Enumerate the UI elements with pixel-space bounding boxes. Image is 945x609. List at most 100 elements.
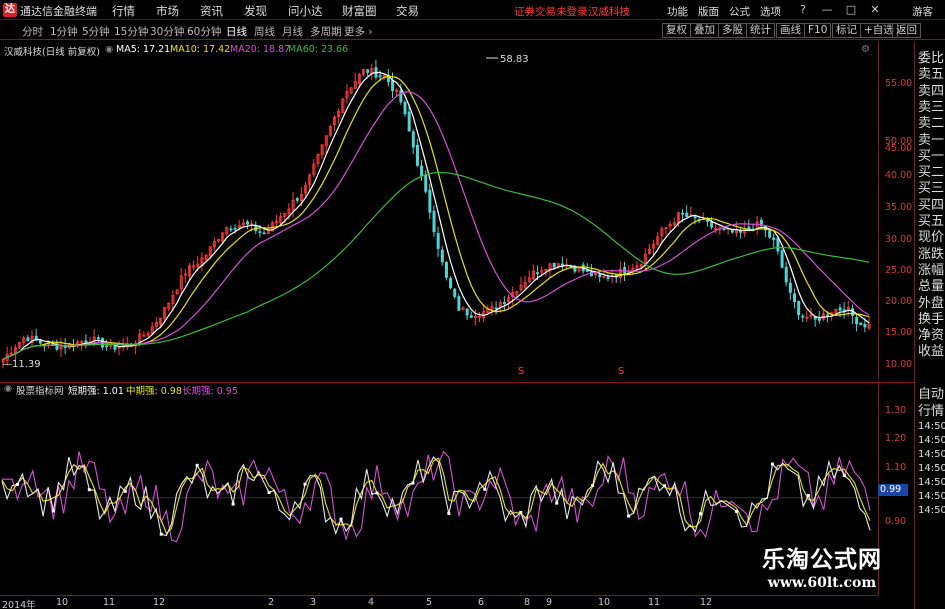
price-candle-body bbox=[722, 228, 726, 231]
overlay-button[interactable]: 叠加 bbox=[690, 23, 719, 38]
ma20-line bbox=[2, 91, 870, 361]
minimize-icon[interactable]: — bbox=[820, 3, 834, 17]
price-candle-body bbox=[420, 165, 424, 177]
indicator-dot bbox=[663, 484, 667, 488]
menu-formula[interactable]: 公式 bbox=[729, 4, 750, 19]
period-multi[interactable]: 多周期 bbox=[310, 24, 342, 39]
stats-button[interactable]: 统计 bbox=[746, 23, 775, 38]
mark-button[interactable]: 标记 bbox=[832, 23, 861, 38]
indicator-dot bbox=[339, 517, 343, 521]
date-tick: 11 bbox=[103, 597, 116, 608]
menu-market[interactable]: 市场 bbox=[156, 3, 179, 19]
adjust-button[interactable]: 复权 bbox=[662, 23, 691, 38]
price-candle-body bbox=[457, 296, 461, 311]
menu-trade[interactable]: 交易 bbox=[396, 3, 419, 19]
price-candle-body bbox=[38, 340, 42, 344]
price-tick: 10.00 bbox=[885, 359, 913, 370]
date-tick: 3 bbox=[310, 597, 317, 608]
quote-panel-label: 14:50 bbox=[918, 449, 945, 460]
close-icon[interactable]: ✕ bbox=[868, 3, 882, 17]
price-candle-body bbox=[411, 131, 415, 148]
menu-quotes[interactable]: 行情 bbox=[112, 3, 135, 19]
period-5min[interactable]: 5分钟 bbox=[82, 24, 110, 39]
draw-line-button[interactable]: 画线 bbox=[776, 23, 805, 38]
indicator-dot bbox=[806, 494, 810, 498]
menu-function[interactable]: 功能 bbox=[667, 4, 688, 19]
date-tick: 5 bbox=[426, 597, 433, 608]
login-status-warning: 证券交易未登录 bbox=[514, 6, 588, 18]
indicator-tick: 1.30 bbox=[885, 405, 907, 416]
period-monthly[interactable]: 月线 bbox=[282, 24, 303, 39]
price-candle-body bbox=[606, 277, 610, 280]
price-candle-body bbox=[444, 262, 448, 278]
legend-short-strength: 短期强: 1.01 bbox=[68, 386, 124, 397]
maximize-icon[interactable]: □ bbox=[844, 3, 858, 17]
indicator-tick: 1.10 bbox=[885, 462, 907, 473]
indicator-dot bbox=[519, 511, 523, 515]
legend-mid-strength: 中期强: 0.98 bbox=[126, 386, 182, 397]
indicator-toggle-icon[interactable]: ◉ bbox=[4, 383, 12, 394]
price-tick: 20.00 bbox=[885, 296, 913, 307]
period-more[interactable]: 更多 › bbox=[344, 24, 373, 39]
price-candle-body bbox=[378, 75, 382, 78]
price-candle-body bbox=[855, 316, 859, 325]
date-tick: 11 bbox=[648, 597, 661, 608]
price-candle-body bbox=[681, 212, 685, 215]
price-candle-body bbox=[428, 189, 432, 213]
f10-button[interactable]: F10 bbox=[804, 23, 832, 38]
quote-panel-label: 14:50 bbox=[918, 463, 945, 474]
legend-ma5: MA5: 17.21 bbox=[116, 44, 171, 55]
indicator-dot bbox=[555, 501, 559, 505]
multi-stock-button[interactable]: 多股 bbox=[718, 23, 747, 38]
price-candle-body bbox=[797, 300, 801, 316]
period-1min[interactable]: 1分钟 bbox=[50, 24, 78, 39]
back-button[interactable]: 返回 bbox=[892, 23, 921, 38]
price-candle-body bbox=[105, 345, 109, 348]
menu-wealth-circle[interactable]: 财富圈 bbox=[342, 3, 377, 19]
chart-settings-icon[interactable]: ⚙ bbox=[861, 44, 870, 55]
menu-news[interactable]: 资讯 bbox=[200, 3, 223, 19]
indicator-dot bbox=[15, 482, 19, 486]
price-candle-body bbox=[784, 266, 788, 283]
price-candle-body bbox=[366, 69, 370, 73]
menu-discover[interactable]: 发现 bbox=[244, 3, 267, 19]
price-candle-body bbox=[453, 288, 457, 297]
period-60min[interactable]: 60分钟 bbox=[187, 24, 221, 39]
period-tick[interactable]: 分时 bbox=[22, 24, 43, 39]
indicator-dot bbox=[591, 483, 595, 487]
help-icon[interactable]: ? bbox=[796, 3, 810, 17]
indicator-dot bbox=[267, 491, 271, 495]
legend-toggle-icon[interactable]: ◉ bbox=[105, 44, 113, 55]
quote-panel-label: 14:50 bbox=[918, 491, 945, 502]
date-tick: 12 bbox=[153, 597, 166, 608]
price-candle-body bbox=[246, 221, 250, 225]
menu-layout[interactable]: 版面 bbox=[698, 4, 719, 19]
period-15min[interactable]: 15分钟 bbox=[114, 24, 148, 39]
price-candle-body bbox=[552, 262, 556, 268]
price-candle-body bbox=[399, 90, 403, 103]
indicator-dot bbox=[734, 509, 738, 513]
period-toolbar: 分时 1分钟 5分钟 15分钟 30分钟 60分钟 日线 周线 月线 多周期 更… bbox=[0, 21, 945, 40]
price-candle-body bbox=[407, 111, 411, 132]
quote-panel-label: 14:50 bbox=[918, 477, 945, 488]
menu-options[interactable]: 选项 bbox=[760, 4, 781, 19]
indicator-dot bbox=[123, 489, 127, 493]
period-daily[interactable]: 日线 bbox=[226, 24, 247, 39]
indicator-current-value: 0.99 bbox=[878, 484, 908, 496]
ma10-line bbox=[2, 75, 870, 361]
quote-panel-label: 14:50 bbox=[918, 421, 945, 432]
menu-ask[interactable]: 问小达 bbox=[288, 3, 323, 19]
indicator-dot bbox=[195, 463, 199, 467]
price-chart[interactable]: 58.83 —11.39 S S bbox=[0, 41, 878, 379]
indicator-dot bbox=[770, 462, 774, 466]
period-weekly[interactable]: 周线 bbox=[254, 24, 275, 39]
indicator-dot bbox=[87, 488, 91, 492]
user-label[interactable]: 游客 bbox=[912, 4, 933, 19]
price-candle-body bbox=[502, 301, 506, 304]
date-tick: 4 bbox=[368, 597, 375, 608]
indicator-dot bbox=[627, 514, 631, 518]
indicator-dot bbox=[699, 512, 703, 516]
indicator-dot bbox=[303, 482, 307, 486]
ma5-line bbox=[2, 71, 870, 361]
period-30min[interactable]: 30分钟 bbox=[150, 24, 184, 39]
